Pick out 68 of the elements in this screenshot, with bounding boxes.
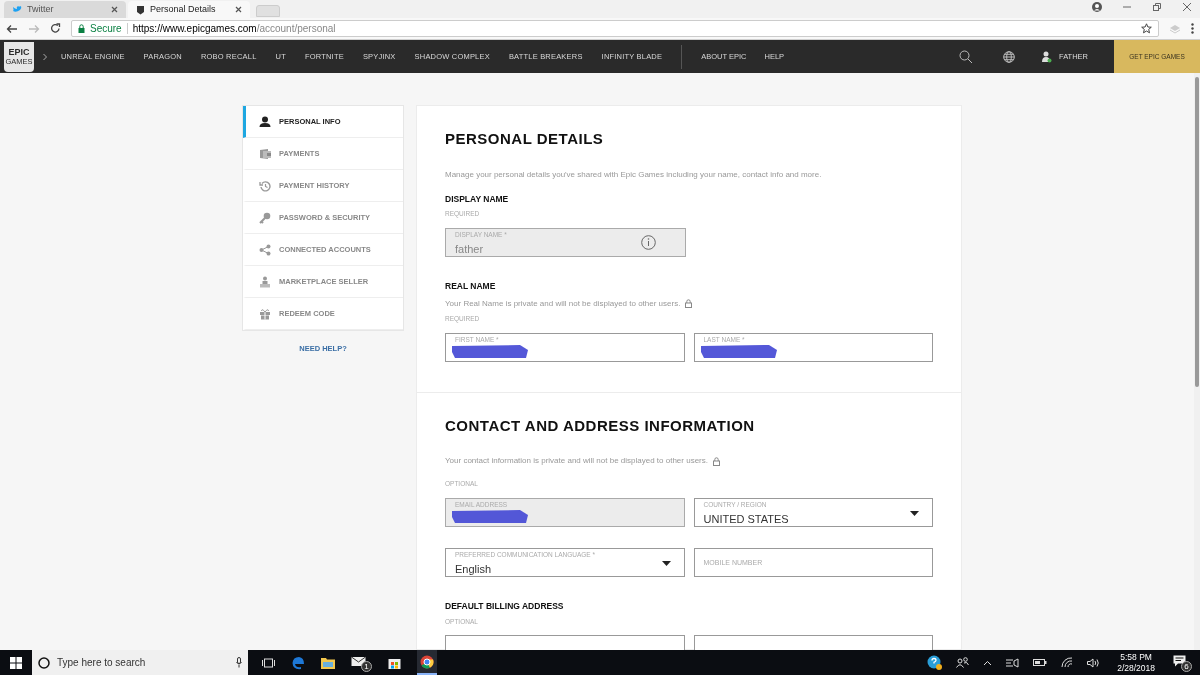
- people-icon[interactable]: [956, 657, 970, 668]
- key-icon: [259, 211, 271, 224]
- secure-label: Secure: [90, 22, 122, 36]
- person-desk-icon: [259, 275, 271, 288]
- mail-icon: [351, 655, 366, 667]
- task-view-icon[interactable]: [262, 657, 275, 668]
- search-icon[interactable]: [958, 49, 973, 64]
- battery-icon[interactable]: [1033, 658, 1048, 667]
- profile-icon[interactable]: [1092, 2, 1102, 12]
- scrollbar-thumb[interactable]: [1195, 77, 1199, 387]
- restore-icon[interactable]: [1152, 2, 1162, 12]
- section-description: Your contact information is private and will not be displayed to other users.: [445, 455, 708, 467]
- section-description: Manage your personal details you've shared with Epic Games including your name, contact info and more.: [445, 168, 822, 181]
- field-value: father: [455, 242, 484, 257]
- taskbar-search-field[interactable]: Type here to search: [32, 650, 248, 675]
- wallet-icon: [259, 147, 271, 160]
- group-heading: DISPLAY NAME: [445, 192, 510, 206]
- lock-icon: [78, 24, 85, 33]
- volume-icon[interactable]: [1087, 657, 1100, 668]
- wifi-icon[interactable]: [1061, 657, 1074, 668]
- close-icon[interactable]: [1182, 2, 1192, 12]
- info-icon: [640, 235, 656, 250]
- reload-icon[interactable]: [50, 23, 61, 34]
- folder-icon[interactable]: [321, 656, 335, 669]
- store-icon[interactable]: [388, 656, 401, 669]
- clock[interactable]: 5:58 PM 2/28/2018: [1117, 651, 1155, 674]
- address-field[interactable]: Secure https://www.epicgames.com/account/personal: [71, 20, 1159, 37]
- field-value: UNITED STATES: [703, 511, 789, 527]
- section-title: PERSONAL DETAILS: [445, 129, 605, 149]
- dropdown-caret-icon: [661, 560, 671, 566]
- globe-icon[interactable]: [1002, 50, 1015, 63]
- menu-icon[interactable]: [1191, 23, 1194, 34]
- network-tray-icon[interactable]: [1006, 657, 1020, 668]
- shield-icon: [136, 4, 145, 15]
- browser-logo-icon: [420, 654, 434, 669]
- group-subtext: Your Real Name is private and will not be displayed to other users.: [445, 297, 681, 310]
- lock-icon: [685, 299, 693, 309]
- action-center-button[interactable]: 6: [1173, 653, 1192, 672]
- back-icon[interactable]: [6, 23, 18, 34]
- windows-icon[interactable]: [10, 656, 22, 669]
- share-icon: [259, 243, 271, 256]
- browser-tab[interactable]: Personal Details: [128, 1, 250, 18]
- chevron-right-icon: [42, 52, 48, 61]
- notification-icon: [1173, 655, 1186, 667]
- dropdown-caret-icon: [910, 510, 919, 516]
- edge-icon[interactable]: [291, 655, 305, 670]
- close-icon[interactable]: [111, 6, 118, 13]
- group-heading: DEFAULT BILLING ADDRESS: [445, 599, 565, 613]
- badge-count: 6: [1181, 661, 1192, 672]
- mail-app[interactable]: 1: [351, 653, 372, 672]
- star-icon[interactable]: [1141, 23, 1152, 34]
- search-circle-icon: [38, 656, 50, 669]
- field-value: English: [455, 561, 492, 577]
- help-icon[interactable]: [927, 655, 943, 670]
- browser-taskbar-button[interactable]: [417, 650, 437, 675]
- badge-count: 1: [361, 660, 372, 672]
- person-icon: [259, 115, 271, 128]
- group-heading: REAL NAME: [445, 280, 497, 293]
- close-icon[interactable]: [235, 6, 242, 13]
- gift-icon: [259, 307, 271, 320]
- bird-icon: [12, 5, 22, 14]
- browser-tab[interactable]: Twitter: [4, 1, 126, 18]
- chevron-up-icon[interactable]: [983, 659, 993, 666]
- section-title: CONTACT AND ADDRESS INFORMATION: [445, 415, 756, 436]
- microphone-icon: [236, 657, 242, 668]
- user-icon: [1040, 50, 1052, 63]
- url-text: https://www.epicgames.com/account/personal: [132, 22, 336, 36]
- history-icon: [259, 179, 271, 192]
